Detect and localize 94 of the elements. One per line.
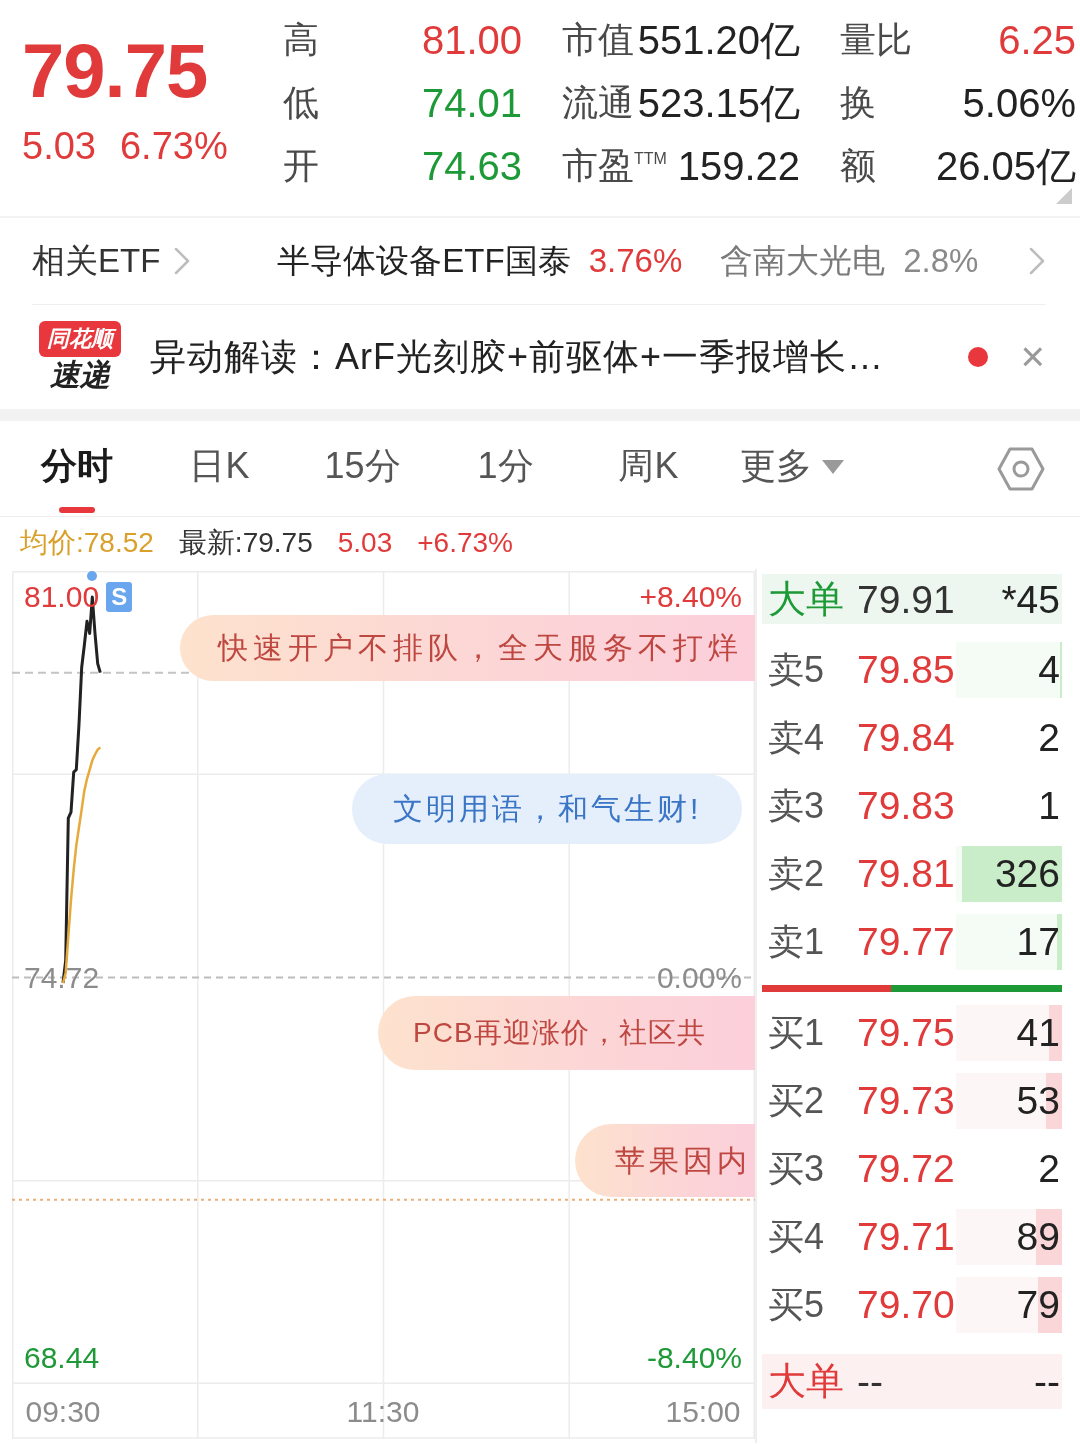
- order-level-label: 卖5: [768, 647, 826, 692]
- chevron-right-icon: [174, 247, 191, 275]
- order-price: 79.71: [857, 1215, 956, 1259]
- order-level-label: 卖4: [768, 715, 826, 760]
- stat-value: 74.63: [421, 144, 522, 189]
- stat-label: 开: [283, 144, 319, 188]
- comment-bubble: 苹果因内: [575, 1124, 755, 1197]
- order-level-label: 卖3: [768, 783, 826, 828]
- price-axis-label: 74.72: [24, 962, 100, 993]
- order-volume: 17: [1016, 920, 1060, 964]
- stat-label: 市值: [562, 18, 634, 62]
- stat-value: 81.00: [421, 18, 522, 63]
- stat-value: 159.22: [677, 144, 800, 189]
- stat-label: 低: [283, 81, 319, 125]
- percent-axis-label: 0.00%: [656, 962, 742, 993]
- order-price: 79.91: [857, 577, 956, 622]
- etf-name[interactable]: 半导体设备ETF国泰: [277, 238, 571, 284]
- order-price: 79.83: [857, 784, 956, 828]
- logo-text: 速递: [50, 357, 110, 393]
- order-volume: 53: [1016, 1079, 1060, 1123]
- settings-icon[interactable]: [997, 446, 1045, 491]
- order-level-label: 买2: [768, 1078, 826, 1123]
- marker-dot-icon: [87, 571, 98, 581]
- period-tab[interactable]: 周K: [577, 421, 720, 516]
- logo-badge: 同花顺: [39, 321, 121, 357]
- holding-name[interactable]: 含南大光电: [720, 238, 886, 284]
- price-axis-label: 68.44: [24, 1343, 100, 1373]
- chart-info-text: 均价:78.52: [20, 526, 154, 560]
- time-axis-label: 11:30: [346, 1397, 420, 1427]
- etf-change: 3.76%: [588, 242, 683, 280]
- order-volume: 79: [1016, 1283, 1060, 1327]
- order-price: 79.72: [857, 1147, 956, 1191]
- order-level-label: 买3: [768, 1146, 826, 1191]
- order-price: 79.84: [857, 716, 956, 760]
- order-price: 79.70: [857, 1283, 956, 1327]
- stat-label: 额: [840, 144, 876, 188]
- related-etf-link[interactable]: 相关ETF: [32, 238, 191, 284]
- etf-change: 2.8%: [903, 242, 979, 280]
- order-volume: 1: [1038, 784, 1060, 828]
- order-price: 79.77: [857, 920, 956, 964]
- news-headline[interactable]: 异动解读：ArF光刻胶+前驱体+一季报增长…: [150, 332, 885, 382]
- time-axis-label: 09:30: [25, 1397, 101, 1427]
- period-tab[interactable]: 更多: [720, 421, 863, 516]
- chart-info-text: 最新:79.75: [178, 526, 313, 560]
- period-tab[interactable]: 1分: [434, 421, 577, 516]
- order-level-label: 买4: [768, 1214, 826, 1259]
- percent-axis-label: +8.40%: [639, 582, 742, 612]
- percent-axis-label: -8.40%: [646, 1343, 742, 1373]
- price-change: 5.03: [22, 124, 96, 168]
- stat-label: 流通: [562, 81, 634, 125]
- order-level-label: 卖2: [768, 851, 826, 896]
- order-price: 79.73: [857, 1079, 956, 1123]
- signal-badge: S: [106, 582, 133, 612]
- stat-value: 523.15亿: [637, 80, 800, 127]
- comment-bubble: PCB再迎涨价，社区共: [378, 996, 755, 1070]
- order-volume: 2: [1038, 1147, 1060, 1191]
- corner-triangle-icon: [1056, 188, 1072, 204]
- order-volume: 4: [1038, 648, 1060, 692]
- order-price: 79.75: [857, 1011, 956, 1055]
- stat-value: 5.06%: [962, 81, 1076, 126]
- order-volume: --: [1034, 1359, 1060, 1404]
- price-axis-label: 81.00: [24, 582, 100, 612]
- stat-label: 换: [840, 81, 876, 125]
- order-price: 79.85: [857, 648, 956, 692]
- period-tab[interactable]: 日K: [148, 421, 291, 516]
- stat-label: 市盈$^{TTM}$: [562, 144, 667, 188]
- order-price: 79.81: [857, 852, 956, 896]
- stat-label: 量比: [840, 18, 912, 62]
- order-price: --: [857, 1359, 884, 1404]
- order-level-label: 卖1: [768, 919, 826, 964]
- order-volume: *45: [1001, 577, 1060, 622]
- stat-value: 6.25: [998, 18, 1076, 63]
- order-level-label: 买1: [768, 1010, 826, 1055]
- stat-value: 74.01: [421, 81, 522, 126]
- period-tab[interactable]: 15分: [291, 421, 434, 516]
- order-volume: 41: [1016, 1011, 1060, 1055]
- time-axis-label: 15:00: [665, 1397, 741, 1427]
- stat-value: 551.20亿: [637, 17, 800, 64]
- stat-label: 高: [283, 18, 319, 62]
- last-price: 79.75: [22, 32, 209, 110]
- stat-value: 26.05亿: [935, 143, 1076, 190]
- big-order-label: 大单: [768, 577, 845, 622]
- chevron-right-icon: [1029, 247, 1045, 275]
- order-volume: 2: [1038, 716, 1060, 760]
- chart-info-text: 5.03: [337, 527, 393, 559]
- price-change-percent: 6.73%: [119, 124, 228, 168]
- order-volume: 89: [1016, 1215, 1060, 1259]
- big-order-label: 大单: [768, 1359, 845, 1404]
- chart-info-text: +6.73%: [417, 527, 513, 559]
- order-volume: 326: [994, 852, 1060, 896]
- order-level-label: 买5: [768, 1282, 826, 1327]
- comment-bubble: 快速开户不排队，全天服务不打烊: [180, 615, 755, 681]
- comment-bubble: 文明用语，和气生财!: [352, 774, 742, 844]
- period-tab[interactable]: 分时: [5, 421, 148, 516]
